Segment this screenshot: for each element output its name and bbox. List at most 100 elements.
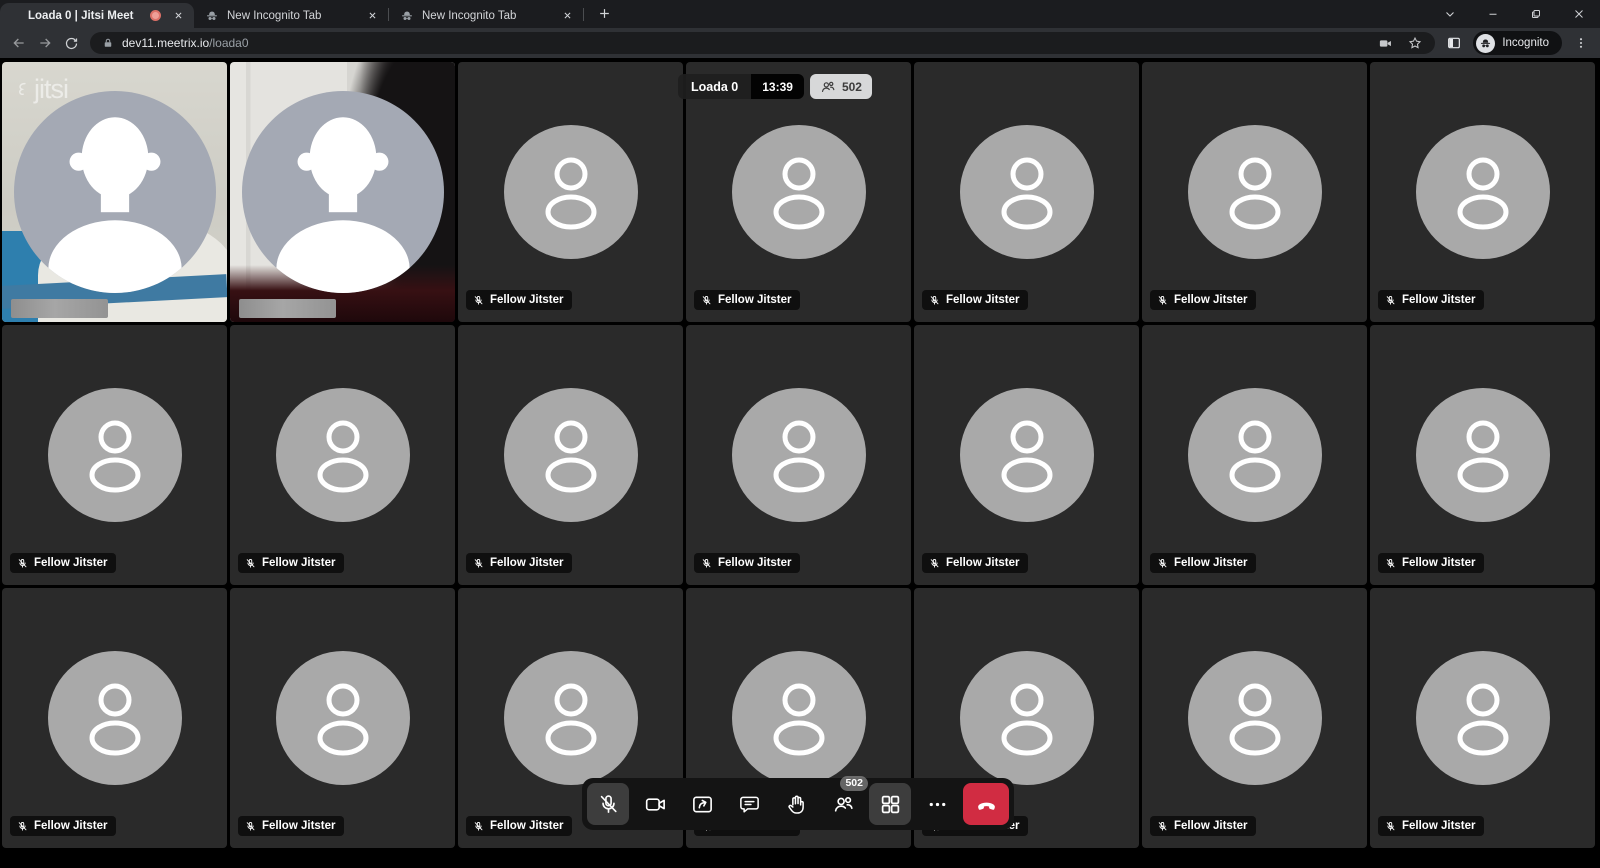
restore-button[interactable] xyxy=(1514,0,1557,28)
raise-hand-icon xyxy=(785,793,808,816)
minimize-button[interactable] xyxy=(1471,0,1514,28)
close-icon xyxy=(368,11,377,20)
mic-off-icon xyxy=(929,558,940,569)
raise-hand-button[interactable] xyxy=(775,783,817,825)
avatar-person-icon xyxy=(82,676,148,760)
forward-button[interactable] xyxy=(32,30,58,56)
reload-button[interactable] xyxy=(58,30,84,56)
back-button[interactable] xyxy=(6,30,32,56)
tile-view-button[interactable] xyxy=(869,783,911,825)
avatar xyxy=(1188,388,1322,522)
participant-tile[interactable]: Fellow Jitster xyxy=(686,62,911,322)
avatar xyxy=(1416,651,1550,785)
back-icon xyxy=(11,35,27,51)
participant-name: Fellow Jitster xyxy=(34,820,108,832)
more-actions-button[interactable] xyxy=(916,783,958,825)
participant-tile[interactable]: Fellow Jitster xyxy=(1370,62,1595,322)
tab-jitsi-meet[interactable]: Loada 0 | Jitsi Meet xyxy=(0,3,194,28)
avatar-person-icon xyxy=(766,150,832,234)
tab-search-button[interactable] xyxy=(1428,0,1471,28)
participant-name: Fellow Jitster xyxy=(262,557,336,569)
participant-name: Fellow Jitster xyxy=(34,557,108,569)
participant-tile[interactable]: Fellow Jitster xyxy=(2,588,227,848)
participant-tile[interactable]: Fellow Jitster xyxy=(686,325,911,585)
participant-tile[interactable]: Fellow Jitster xyxy=(1142,325,1367,585)
reload-icon xyxy=(64,36,79,51)
mic-off-icon xyxy=(1157,558,1168,569)
avatar-person-icon xyxy=(310,413,376,497)
participant-tile[interactable]: Fellow Jitster xyxy=(230,588,455,848)
tile-view-icon xyxy=(879,793,902,816)
close-icon xyxy=(174,11,183,20)
participant-count-pill[interactable]: 502 xyxy=(810,74,872,99)
tab-close-button[interactable] xyxy=(559,7,576,24)
avatar xyxy=(504,651,638,785)
camera-in-use-icon[interactable] xyxy=(1377,36,1394,51)
participant-name-pill: Fellow Jitster xyxy=(1378,553,1484,573)
tab-incognito-2[interactable]: New Incognito Tab xyxy=(389,3,583,28)
participant-tile[interactable]: Fellow Jitster xyxy=(1370,588,1595,848)
address-bar[interactable]: dev11.meetrix.io/loada0 xyxy=(90,32,1435,54)
participant-tile-video[interactable]: jitsi xyxy=(2,62,227,322)
participants-button[interactable]: 502 xyxy=(822,783,864,825)
avatar xyxy=(732,125,866,259)
participant-name: Fellow Jitster xyxy=(946,294,1020,306)
tab-divider xyxy=(583,8,584,21)
participant-name-pill: Fellow Jitster xyxy=(1150,816,1256,836)
participant-tile[interactable]: Fellow Jitster xyxy=(1142,588,1367,848)
tab-close-button[interactable] xyxy=(170,7,187,24)
mic-off-icon xyxy=(597,793,620,816)
participant-name-pill: Fellow Jitster xyxy=(238,553,344,573)
side-panel-button[interactable] xyxy=(1441,30,1467,56)
mic-off-icon xyxy=(1157,821,1168,832)
screen-share-icon xyxy=(691,793,714,816)
participant-tile[interactable]: Fellow Jitster xyxy=(458,325,683,585)
restore-icon xyxy=(1530,8,1542,20)
jitsi-logo-icon xyxy=(15,79,32,101)
tab-incognito-1[interactable]: New Incognito Tab xyxy=(194,3,388,28)
browser-toolbar: dev11.meetrix.io/loada0 Incognito xyxy=(0,28,1600,58)
participant-tile[interactable]: Fellow Jitster xyxy=(230,325,455,585)
mic-off-icon xyxy=(701,295,712,306)
browser-menu-button[interactable] xyxy=(1568,30,1594,56)
avatar-person-icon xyxy=(1450,150,1516,234)
avatar-person-icon xyxy=(1222,150,1288,234)
participant-name-pill: Fellow Jitster xyxy=(922,290,1028,310)
mic-off-icon xyxy=(701,558,712,569)
participant-tile[interactable]: Fellow Jitster xyxy=(1370,325,1595,585)
participant-tile-video[interactable] xyxy=(230,62,455,322)
mic-off-icon xyxy=(1385,558,1396,569)
camera-icon xyxy=(644,793,667,816)
close-window-button[interactable] xyxy=(1557,0,1600,28)
profile-chip[interactable]: Incognito xyxy=(1473,31,1562,55)
bookmark-star-icon[interactable] xyxy=(1407,35,1423,51)
profile-label: Incognito xyxy=(1502,37,1549,49)
minimize-icon xyxy=(1487,8,1499,20)
incognito-avatar-icon xyxy=(1476,34,1495,53)
chevron-down-icon xyxy=(1444,8,1456,20)
participant-tile[interactable]: Fellow Jitster xyxy=(458,62,683,322)
tab-strip: Loada 0 | Jitsi Meet New Incognito Tab N… xyxy=(0,0,1600,28)
share-screen-button[interactable] xyxy=(681,783,723,825)
participant-tile[interactable]: Fellow Jitster xyxy=(914,62,1139,322)
new-tab-button[interactable] xyxy=(591,0,618,27)
participants-badge: 502 xyxy=(840,776,868,791)
mic-off-icon xyxy=(473,558,484,569)
hangup-button[interactable] xyxy=(963,783,1009,825)
chat-button[interactable] xyxy=(728,783,770,825)
tab-close-button[interactable] xyxy=(364,7,381,24)
participant-tile[interactable]: Fellow Jitster xyxy=(914,325,1139,585)
avatar xyxy=(1416,125,1550,259)
avatar-person-icon xyxy=(994,676,1060,760)
side-panel-icon xyxy=(1446,35,1462,51)
avatar xyxy=(14,91,216,293)
participant-name-pill: Fellow Jitster xyxy=(1378,816,1484,836)
recording-indicator-icon xyxy=(150,10,161,21)
participant-tile[interactable]: Fellow Jitster xyxy=(1142,62,1367,322)
camera-button[interactable] xyxy=(634,783,676,825)
mute-button[interactable] xyxy=(587,783,629,825)
mic-off-icon xyxy=(1385,821,1396,832)
participant-name: Fellow Jitster xyxy=(262,820,336,832)
participant-name-pill: Fellow Jitster xyxy=(466,290,572,310)
participant-tile[interactable]: Fellow Jitster xyxy=(2,325,227,585)
